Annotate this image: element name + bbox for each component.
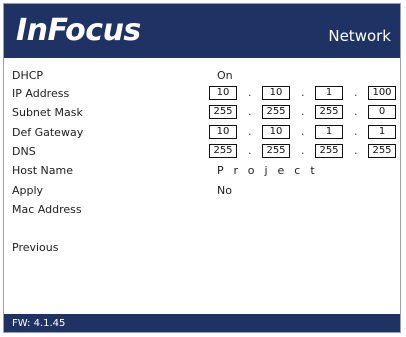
dns-octet-3[interactable]: 255 <box>315 144 343 158</box>
ip-separator: . <box>301 86 305 99</box>
header-bar: InFocus Network <box>4 4 400 58</box>
dns-octet-4[interactable]: 255 <box>368 144 396 158</box>
menu-item-previous[interactable]: Previous <box>12 241 59 255</box>
dns-octet-2[interactable]: 255 <box>262 144 290 158</box>
ip-octet-2[interactable]: 10 <box>262 86 290 100</box>
ip-separator: . <box>354 86 358 99</box>
firmware-version: FW: 4.1.45 <box>12 318 66 329</box>
ip-octet-3[interactable]: 1 <box>315 86 343 100</box>
ip-octet-4[interactable]: 100 <box>368 86 396 100</box>
footer-bar: FW: 4.1.45 <box>4 314 400 332</box>
menu-item-mac-address[interactable]: Mac Address <box>12 203 82 217</box>
menu-title: Network <box>328 27 391 45</box>
gateway-octet-2[interactable]: 10 <box>262 125 290 139</box>
menu-label-column: DHCP IP Address Subnet Mask Def Gateway … <box>4 58 204 314</box>
osd-network-menu: InFocus Network DHCP IP Address Subnet M… <box>3 3 401 333</box>
subnet-separator: . <box>248 105 252 118</box>
subnet-octet-1[interactable]: 255 <box>209 105 237 119</box>
subnet-octet-4[interactable]: 0 <box>368 105 396 119</box>
ip-separator: . <box>248 86 252 99</box>
dns-separator: . <box>301 144 305 157</box>
menu-item-dhcp[interactable]: DHCP <box>12 69 43 83</box>
menu-item-host-name[interactable]: Host Name <box>12 164 73 178</box>
menu-item-def-gateway[interactable]: Def Gateway <box>12 126 83 140</box>
menu-item-dns[interactable]: DNS <box>12 145 36 159</box>
apply-value[interactable]: No <box>217 184 232 198</box>
gateway-separator: . <box>354 125 358 138</box>
ip-octet-1[interactable]: 10 <box>209 86 237 100</box>
subnet-octet-3[interactable]: 255 <box>315 105 343 119</box>
dns-separator: . <box>248 144 252 157</box>
menu-item-ip-address[interactable]: IP Address <box>12 87 69 101</box>
menu-item-subnet-mask[interactable]: Subnet Mask <box>12 106 83 120</box>
gateway-separator: . <box>248 125 252 138</box>
subnet-separator: . <box>301 105 305 118</box>
host-name-value[interactable]: Project <box>217 164 325 178</box>
gateway-octet-1[interactable]: 10 <box>209 125 237 139</box>
dns-separator: . <box>354 144 358 157</box>
dhcp-value[interactable]: On <box>217 69 233 83</box>
gateway-octet-3[interactable]: 1 <box>315 125 343 139</box>
gateway-separator: . <box>301 125 305 138</box>
menu-item-apply[interactable]: Apply <box>12 184 43 198</box>
menu-value-column: On 10 . 10 . 1 . 100 255 . 255 . 255 . 0… <box>204 58 400 314</box>
dns-octet-1[interactable]: 255 <box>209 144 237 158</box>
gateway-octet-4[interactable]: 1 <box>368 125 396 139</box>
subnet-separator: . <box>354 105 358 118</box>
infocus-logo: InFocus <box>16 13 141 48</box>
subnet-octet-2[interactable]: 255 <box>262 105 290 119</box>
